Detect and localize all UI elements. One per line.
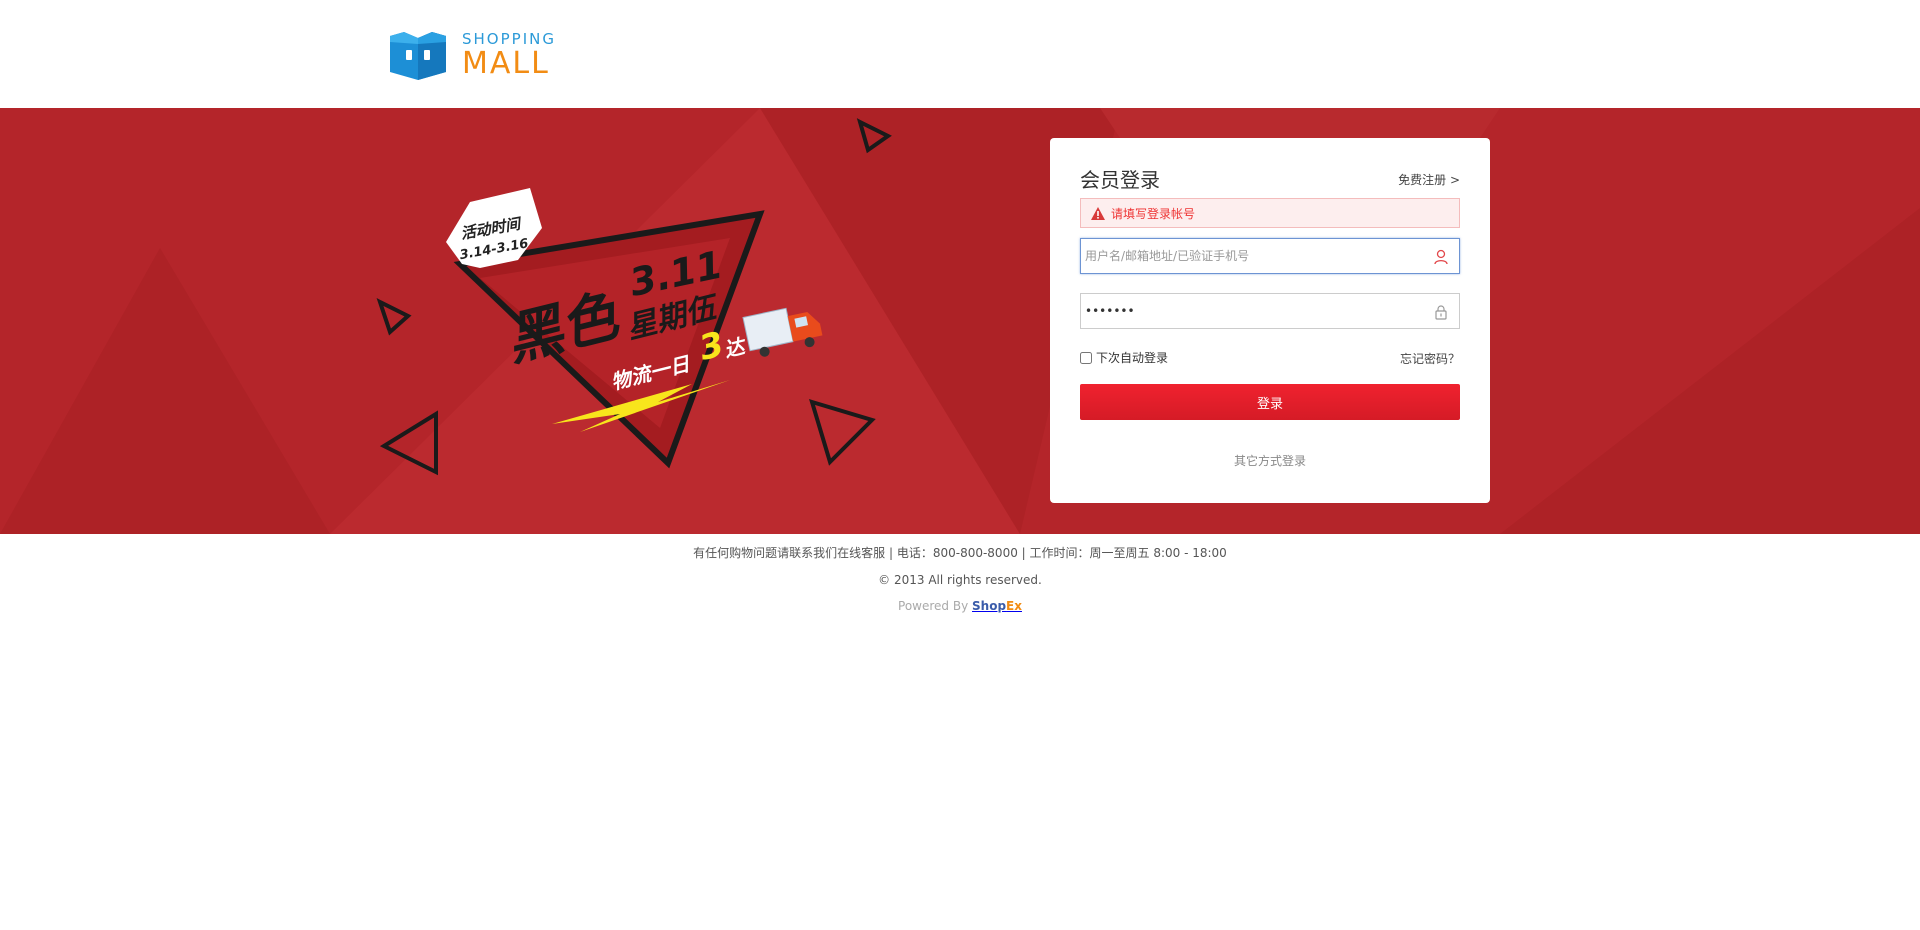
login-button[interactable]: 登录 bbox=[1080, 384, 1460, 420]
banner-background bbox=[0, 108, 1920, 534]
lock-icon bbox=[1435, 305, 1447, 320]
logo-text-shopping: SHOPPING bbox=[462, 29, 556, 48]
footer-copyright: © 2013 All rights reserved. bbox=[878, 573, 1042, 587]
shopex-link[interactable]: ShopEx bbox=[972, 599, 1022, 613]
username-input[interactable] bbox=[1081, 239, 1411, 273]
password-field bbox=[1080, 293, 1460, 329]
remember-me-label: 下次自动登录 bbox=[1096, 351, 1169, 365]
login-title: 会员登录 bbox=[1080, 168, 1160, 192]
remember-me-checkbox[interactable] bbox=[1080, 351, 1092, 364]
remember-me[interactable]: 下次自动登录 bbox=[1080, 349, 1168, 366]
promo-banner: 活动时间 3.14-3.16 3.11 黑色 星期伍 物流一日 3 达 会员登录… bbox=[0, 108, 1920, 534]
powered-brand-shop: Shop bbox=[972, 599, 1007, 613]
promo-logistics-end: 达 bbox=[722, 333, 750, 362]
powered-by-prefix: Powered By bbox=[898, 599, 969, 613]
username-field bbox=[1080, 238, 1460, 274]
register-link[interactable]: 免费注册 > bbox=[1398, 171, 1460, 188]
promo-artwork: 活动时间 3.14-3.16 3.11 黑色 星期伍 物流一日 3 达 bbox=[446, 188, 823, 469]
powered-by: Powered By ShopEx bbox=[0, 599, 1920, 613]
other-login-link[interactable]: 其它方式登录 bbox=[1050, 452, 1490, 469]
login-form: 会员登录 免费注册 > 请填写登录帐号 用户名/邮箱地址/已验证手机号 下次自动… bbox=[1050, 138, 1490, 503]
user-icon bbox=[1434, 249, 1448, 265]
footer-contact: 有任何购物问题请联系我们在线客服 | 电话：800-800-8000 | 工作时… bbox=[693, 546, 1227, 560]
footer: 有任何购物问题请联系我们在线客服 | 电话：800-800-8000 | 工作时… bbox=[0, 544, 1920, 613]
logo-text-mall: MALL bbox=[462, 45, 550, 81]
site-logo[interactable]: SHOPPING MALL bbox=[390, 30, 556, 80]
error-message: 请填写登录帐号 bbox=[1111, 206, 1196, 221]
header: SHOPPING MALL bbox=[0, 0, 1920, 108]
forgot-password-link[interactable]: 忘记密码？ bbox=[1400, 350, 1460, 367]
shopping-bag-logo-icon bbox=[390, 32, 446, 80]
error-message-box: 请填写登录帐号 bbox=[1080, 198, 1460, 228]
powered-brand-ex: Ex bbox=[1006, 599, 1022, 613]
delivery-truck-icon bbox=[742, 307, 823, 357]
password-input[interactable] bbox=[1081, 294, 1411, 328]
warning-icon bbox=[1091, 206, 1105, 220]
